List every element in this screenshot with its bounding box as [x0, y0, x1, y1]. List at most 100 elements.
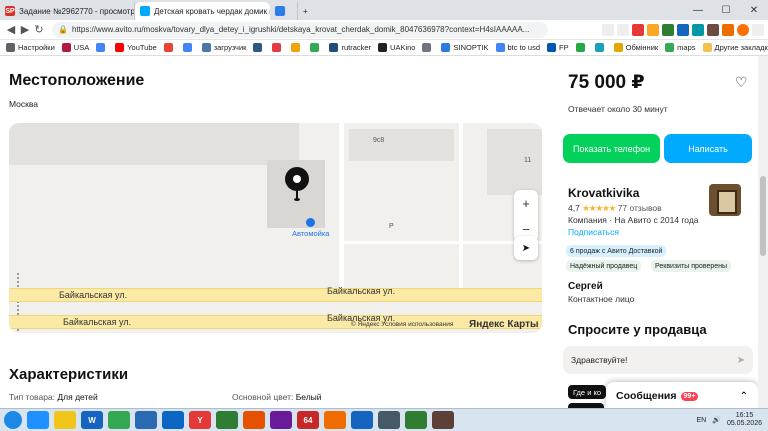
- bookmark-label: USA: [73, 43, 90, 52]
- clock-date: 05.05.2026: [726, 420, 762, 427]
- extension-icon[interactable]: [722, 23, 734, 36]
- extension-icon[interactable]: [632, 23, 644, 36]
- taskbar-app-icon[interactable]: [243, 411, 265, 429]
- ask-seller-input[interactable]: Здравствуйте! ➤: [563, 346, 753, 374]
- taskbar-app-icon[interactable]: [162, 411, 184, 429]
- favorite-heart-icon[interactable]: ♡: [735, 74, 748, 91]
- start-button[interactable]: [4, 411, 22, 429]
- yandex-maps-logo[interactable]: Яндекс Карты: [469, 319, 539, 330]
- parking-label: P: [389, 223, 394, 230]
- quick-question-chip[interactable]: Где и ко: [568, 385, 607, 399]
- minimize-button[interactable]: —: [684, 5, 712, 16]
- taskbar-app-icon[interactable]: 64: [297, 411, 319, 429]
- close-window-button[interactable]: ✕: [740, 5, 768, 16]
- badge-reliable: Надёжный продавец: [566, 260, 642, 272]
- taskbar-app-icon[interactable]: [135, 411, 157, 429]
- bookmark-icon: [291, 43, 301, 52]
- send-icon[interactable]: ➤: [737, 355, 745, 366]
- zoom-in-button[interactable]: +: [522, 196, 530, 211]
- bookmark-item[interactable]: [253, 43, 265, 52]
- extension-icon[interactable]: [737, 23, 749, 36]
- taskbar-app-icon[interactable]: [270, 411, 292, 429]
- maximize-button[interactable]: ☐: [712, 5, 740, 16]
- chevron-up-icon[interactable]: ⌃: [740, 391, 748, 402]
- scrollbar-thumb[interactable]: [760, 176, 766, 256]
- extension-icon[interactable]: [662, 23, 674, 36]
- bookmark-item[interactable]: [272, 43, 284, 52]
- reload-icon[interactable]: ↻: [32, 23, 46, 36]
- bookmark-item[interactable]: SINOPTIK: [441, 43, 489, 52]
- extension-icon[interactable]: [692, 23, 704, 36]
- bookmark-item[interactable]: [291, 43, 303, 52]
- browser-tab[interactable]: Детская кровать чердак домик к✕: [135, 2, 270, 20]
- back-icon[interactable]: ◀: [4, 23, 18, 36]
- bookmark-item[interactable]: YouTube: [115, 43, 157, 52]
- taskbar-app-icon[interactable]: Y: [189, 411, 211, 429]
- show-phone-button[interactable]: Показать телефон: [563, 134, 660, 163]
- taskbar-app-icon[interactable]: [324, 411, 346, 429]
- taskbar-app-icon[interactable]: [378, 411, 400, 429]
- new-tab-button[interactable]: +: [298, 2, 313, 20]
- bookmark-item[interactable]: maps: [665, 43, 696, 52]
- clock[interactable]: 16:15 05.05.2026: [727, 412, 762, 428]
- subscribe-link[interactable]: Подписаться: [568, 227, 619, 237]
- seller-rating: 4,7 ★★★★★ 77 отзывов: [568, 203, 662, 214]
- write-message-button[interactable]: Написать: [664, 134, 752, 163]
- bookmark-item[interactable]: [182, 43, 195, 52]
- zoom-out-button[interactable]: −: [522, 222, 530, 237]
- seller-company: Компания · На Авито с 2014 года: [568, 215, 699, 225]
- address-bar[interactable]: 🔒 https://www.avito.ru/moskva/tovary_dly…: [52, 21, 548, 38]
- taskbar-app-icon[interactable]: W: [81, 411, 103, 429]
- bookmark-icon: [702, 43, 712, 52]
- map[interactable]: Байкальская ул. Байкальская ул. Байкальс…: [9, 123, 542, 333]
- extension-icon[interactable]: [677, 23, 689, 36]
- bookmark-item[interactable]: [594, 43, 607, 52]
- bookmark-item[interactable]: [163, 43, 176, 52]
- taskbar-app-icon[interactable]: [351, 411, 373, 429]
- bookmark-item[interactable]: [422, 43, 434, 52]
- bookmark-item[interactable]: загрузчик: [201, 43, 246, 52]
- browser-tab[interactable]: [270, 2, 298, 20]
- reply-time: Отвечает около 30 минут: [568, 104, 668, 114]
- location-pin-icon[interactable]: [285, 167, 309, 191]
- bookmark-item[interactable]: FP: [547, 43, 569, 52]
- taskbar-app-icon[interactable]: [216, 411, 238, 429]
- bookmark-item[interactable]: Другие закладки: [702, 43, 768, 52]
- menu-icon[interactable]: [752, 23, 764, 36]
- share-icon[interactable]: [602, 23, 614, 36]
- poi-label[interactable]: Автомойка: [292, 229, 329, 238]
- geolocation-icon[interactable]: ➤: [514, 236, 538, 260]
- bookmark-item[interactable]: rutracker: [329, 43, 371, 52]
- bookmark-item[interactable]: Настройки: [6, 43, 55, 52]
- page-scrollbar[interactable]: [758, 56, 768, 408]
- window-controls: — ☐ ✕: [684, 0, 768, 20]
- taskbar-app-icon[interactable]: [108, 411, 130, 429]
- seller-name[interactable]: Krovatkivika: [568, 186, 639, 200]
- volume-icon[interactable]: 🔊: [712, 416, 721, 424]
- seller-avatar[interactable]: [709, 184, 741, 216]
- taskbar-app-icon[interactable]: [405, 411, 427, 429]
- bookmark-icon: [422, 43, 432, 52]
- bookmark-item[interactable]: Обмінник: [613, 43, 658, 52]
- bookmark-item[interactable]: [96, 43, 108, 52]
- extension-icon[interactable]: [707, 23, 719, 36]
- bookmark-item[interactable]: UAKino: [378, 43, 415, 52]
- browser-tab[interactable]: SPЗадание №2962770 - просмотр з✕: [0, 2, 135, 20]
- bookmark-item[interactable]: [310, 43, 322, 52]
- forward-icon[interactable]: ▶: [18, 23, 32, 36]
- messages-panel[interactable]: Сообщения 99+ ⌃: [606, 382, 758, 408]
- taskbar-app-icon[interactable]: [432, 411, 454, 429]
- bookmark-item[interactable]: btc to usd: [495, 43, 540, 52]
- bookmark-icon: [613, 43, 623, 52]
- extension-icon[interactable]: [647, 23, 659, 36]
- taskbar-app-icon[interactable]: [54, 411, 76, 429]
- map-copyright[interactable]: © Яндекс Условия использования: [351, 321, 453, 328]
- car-wash-icon[interactable]: [306, 218, 315, 227]
- bookmark-item[interactable]: [575, 43, 588, 52]
- reviews-link[interactable]: 77 отзывов: [618, 203, 662, 213]
- page-content: Местоположение Москва Байкальская ул. Ба…: [0, 56, 758, 408]
- taskbar-app-icon[interactable]: [27, 411, 49, 429]
- language-indicator[interactable]: EN: [697, 417, 707, 424]
- star-icon[interactable]: [617, 23, 629, 36]
- bookmark-item[interactable]: USA: [61, 43, 90, 52]
